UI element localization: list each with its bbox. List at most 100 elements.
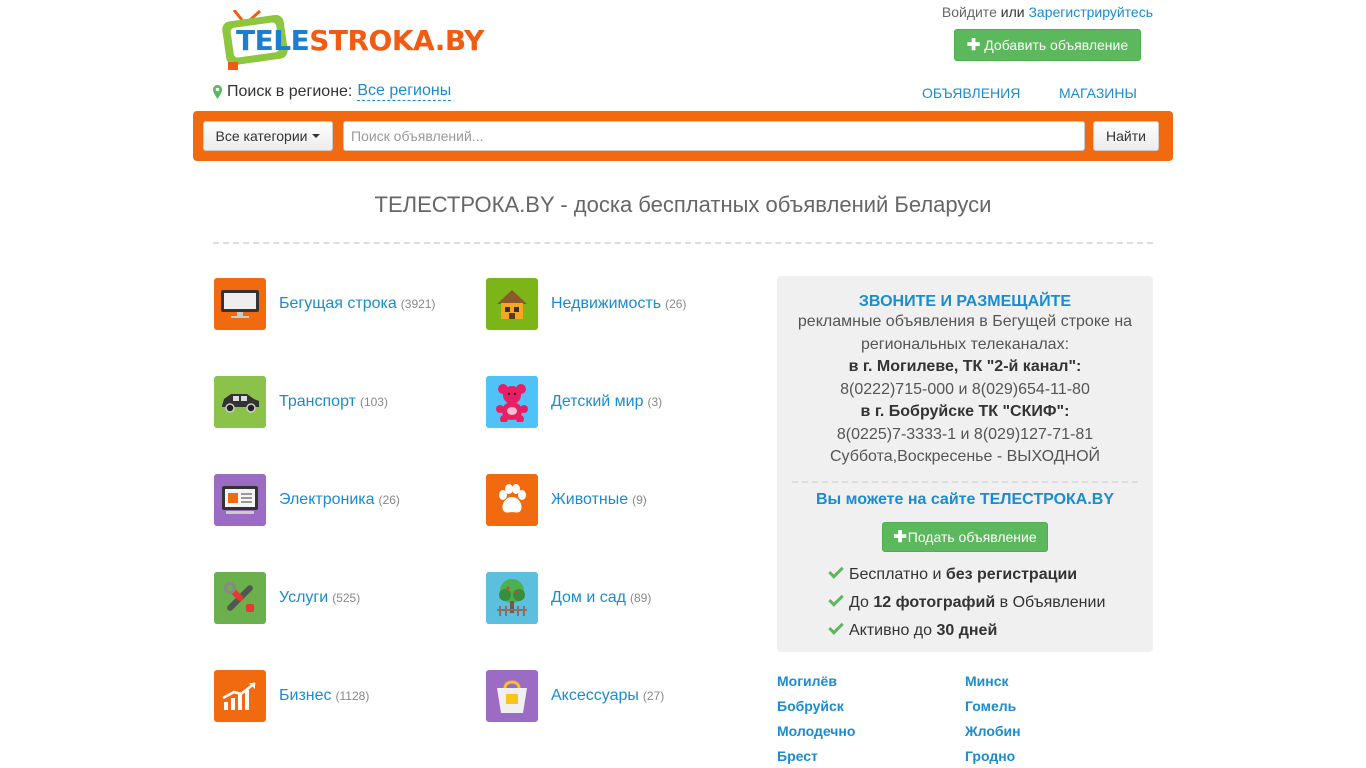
category-count: (26): [665, 297, 687, 311]
chart-up-icon: [214, 670, 266, 722]
promo-text: рекламные объявления в Бегущей строке на…: [777, 311, 1153, 469]
tools-icon: [214, 572, 266, 624]
category-transport[interactable]: Транспорт (103): [214, 376, 388, 428]
logo-text-tele: TELE: [236, 24, 310, 57]
check-icon: [828, 562, 844, 579]
car-icon: [214, 376, 266, 428]
city-link[interactable]: Молодечно: [777, 722, 965, 740]
category-running-line[interactable]: Бегущая строка (3921): [214, 278, 435, 330]
city-link[interactable]: Могилёв: [777, 672, 965, 690]
search-bar: Все категории Найти: [193, 111, 1173, 161]
feature-item: Бесплатно и без регистрации: [827, 561, 1153, 589]
promo-bobruisk-phones: 8(0225)7-3333-1 и 8(029)127-71-81: [836, 425, 1094, 443]
submit-listing-button[interactable]: ✚ Подать объявление: [882, 521, 1048, 552]
category-count: (525): [332, 591, 361, 605]
auth-links: Войдите или Зарегистрируйтесь: [942, 4, 1153, 20]
electronics-icon: [214, 474, 266, 526]
shopping-bag-icon: [486, 670, 538, 722]
category-kids[interactable]: Детский мир (3): [486, 376, 662, 428]
category-electronics[interactable]: Электроника (26): [214, 474, 400, 526]
search-button[interactable]: Найти: [1093, 121, 1159, 151]
city-link[interactable]: Гродно: [965, 747, 1153, 765]
region-label: Поиск в регионе:: [227, 82, 353, 100]
divider: [213, 242, 1153, 244]
feature-bold: 12 фотографий: [873, 593, 996, 611]
caret-down-icon: [312, 134, 321, 138]
promo-subtitle: Вы можете на сайте ТЕЛЕСТРОКА.BY: [815, 490, 1115, 508]
feature-bold: 30 дней: [936, 621, 998, 639]
city-link[interactable]: Брест: [777, 747, 965, 765]
promo-divider: [792, 480, 1138, 483]
promo-weekend-note: Суббота,Воскресенье - ВЫХОДНОЙ: [829, 448, 1101, 465]
category-name: Электроника: [279, 491, 375, 508]
city-link[interactable]: Минск: [965, 672, 1153, 690]
category-count: (9): [632, 493, 647, 507]
feature-text: в Объявлении: [995, 593, 1106, 611]
logo-text-stroka: STROKA.BY: [309, 24, 484, 57]
category-real-estate[interactable]: Недвижимость (26): [486, 278, 686, 330]
promo-description: рекламные объявления в Бегущей строке на…: [797, 313, 1133, 353]
plus-icon: ✚: [893, 528, 907, 546]
site-logo[interactable]: TELESTROKA.BY: [220, 8, 485, 70]
category-dropdown-label: Все категории: [215, 128, 308, 144]
category-name: Услуги: [279, 589, 329, 606]
plus-icon: ✚: [966, 37, 981, 54]
city-link[interactable]: Гомель: [965, 697, 1153, 715]
category-name: Недвижимость: [551, 295, 662, 312]
region-link[interactable]: Все регионы: [357, 82, 452, 101]
feature-text: Активно до: [849, 621, 937, 639]
category-count: (1128): [335, 689, 370, 703]
paw-icon: [486, 474, 538, 526]
category-name: Животные: [551, 491, 629, 508]
register-link[interactable]: Зарегистрируйтесь: [1028, 4, 1153, 20]
city-link[interactable]: Жлобин: [965, 722, 1153, 740]
check-icon: [828, 618, 844, 635]
category-business[interactable]: Бизнес (1128): [214, 670, 369, 722]
or-text: или: [1000, 4, 1025, 20]
feature-item: Активно до 30 дней: [827, 617, 1153, 645]
submit-listing-label: Подать объявление: [907, 528, 1037, 545]
tv-monitor-icon: [214, 278, 266, 330]
category-animals[interactable]: Животные (9): [486, 474, 647, 526]
category-name: Бизнес: [279, 687, 332, 704]
check-icon: [828, 590, 844, 607]
add-listing-button[interactable]: ✚ Добавить объявление: [954, 29, 1141, 61]
tree-icon: [486, 572, 538, 624]
category-accessories[interactable]: Аксессуары (27): [486, 670, 664, 722]
city-link[interactable]: Бобруйск: [777, 697, 965, 715]
category-services[interactable]: Услуги (525): [214, 572, 360, 624]
login-link[interactable]: Войдите: [942, 4, 997, 20]
nav-shops[interactable]: МАГАЗИНЫ: [1059, 85, 1137, 101]
logo-text: TELESTROKA.BY: [236, 24, 484, 57]
city-links: Могилёв Минск Бобруйск Гомель Молодечно …: [777, 672, 1153, 765]
category-count: (3): [647, 395, 663, 409]
category-count: (26): [378, 493, 400, 507]
promo-bobruisk-label: в г. Бобруйске ТК "СКИФ":: [860, 403, 1070, 420]
category-dropdown[interactable]: Все категории: [203, 121, 333, 151]
feature-item: До 12 фотографий в Объявлении: [827, 589, 1153, 617]
category-count: (103): [359, 395, 388, 409]
region-selector: Поиск в регионе: Все регионы: [213, 82, 452, 101]
category-count: (27): [642, 689, 665, 703]
page-tagline: ТЕЛЕСТРОКА.BY - доска бесплатных объявле…: [374, 192, 992, 217]
nav-listings[interactable]: ОБЪЯВЛЕНИЯ: [922, 85, 1020, 101]
category-name: Детский мир: [551, 393, 644, 410]
feature-text: Бесплатно и: [849, 565, 946, 583]
promo-box: ЗВОНИТЕ И РАЗМЕЩАЙТЕ рекламные объявлени…: [777, 276, 1153, 652]
category-count: (89): [629, 591, 652, 605]
house-icon: [486, 278, 538, 330]
search-input[interactable]: [343, 121, 1085, 151]
promo-mogilev-label: в г. Могилеве, ТК "2-й канал":: [848, 358, 1082, 375]
category-name: Транспорт: [279, 393, 356, 410]
feature-text: До: [849, 593, 874, 611]
category-home-garden[interactable]: Дом и сад (89): [486, 572, 651, 624]
add-listing-label: Добавить объявление: [984, 37, 1129, 53]
promo-mogilev-phones: 8(0222)715-000 и 8(029)654-11-80: [840, 380, 1090, 398]
promo-title: ЗВОНИТЕ И РАЗМЕЩАЙТЕ: [858, 293, 1072, 310]
category-name: Дом и сад: [551, 589, 626, 606]
category-name: Аксессуары: [551, 687, 639, 704]
category-count: (3921): [400, 297, 436, 311]
category-name: Бегущая строка: [279, 295, 397, 312]
map-marker-icon: [213, 84, 222, 99]
feature-bold: без регистрации: [945, 565, 1078, 583]
